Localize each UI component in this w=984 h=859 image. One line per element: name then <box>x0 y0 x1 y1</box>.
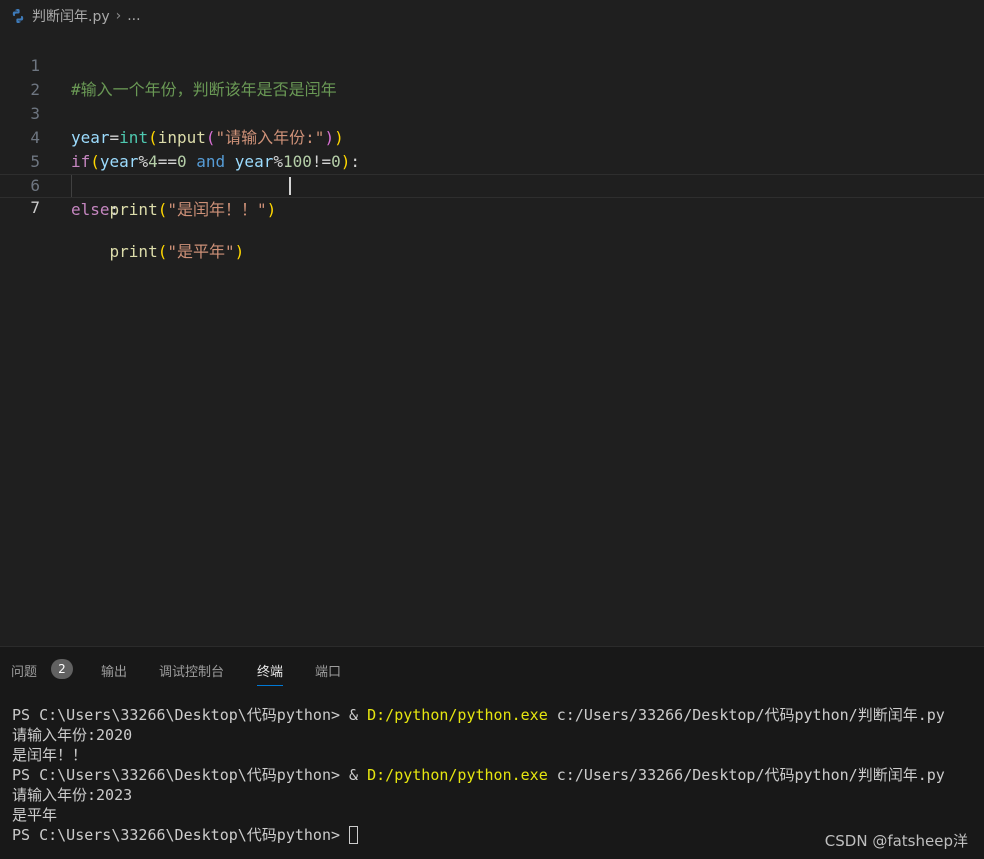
code-editor[interactable]: 1 #输入一个年份，判断该年是否是闰年 2 3 year=int(input("… <box>0 30 984 646</box>
terminal-line: 是闰年！！ <box>12 746 88 764</box>
code-line[interactable]: 4 if(year%4==0 and year%100!=0): <box>0 102 984 171</box>
tab-ports[interactable]: 端口 <box>315 661 341 687</box>
breadcrumb: 判断闰年.py › ... <box>0 0 984 32</box>
code-line[interactable]: 2 <box>0 54 984 99</box>
tab-terminal[interactable]: 终端 <box>257 661 284 687</box>
code-text: print("是平年") <box>109 242 245 261</box>
terminal-output[interactable]: PS C:\Users\33266\Desktop\代码python> & D:… <box>12 705 945 845</box>
tab-debug-console[interactable]: 调试控制台 <box>159 661 224 687</box>
terminal-line: 请输入年份:2020 <box>12 726 133 744</box>
watermark: CSDN @fatsheep洋 <box>824 832 968 850</box>
code-line[interactable]: 1 #输入一个年份，判断该年是否是闰年 <box>0 30 984 99</box>
code-line-current[interactable]: 7 print("是平年") <box>0 174 984 261</box>
line-number: 7 <box>30 198 40 217</box>
terminal-line: PS C:\Users\33266\Desktop\代码python> & D:… <box>12 766 945 784</box>
problems-count-badge: 2 <box>51 659 73 679</box>
panel-tabs: 问题 2 输出 调试控制台 终端 端口 <box>0 647 984 691</box>
indent-guide <box>71 175 72 197</box>
text-cursor <box>289 177 291 195</box>
chevron-right-icon: › <box>115 8 122 24</box>
bottom-panel: 问题 2 输出 调试控制台 终端 端口 PS C:\Users\33266\De… <box>0 646 984 859</box>
terminal-line: PS C:\Users\33266\Desktop\代码python> & D:… <box>12 706 945 724</box>
breadcrumb-file[interactable]: 判断闰年.py <box>32 6 110 26</box>
code-line[interactable]: 6 else: <box>0 150 984 219</box>
terminal-line: 请输入年份:2023 <box>12 786 133 804</box>
code-line[interactable]: 5 print("是闰年！！") <box>0 126 984 219</box>
tab-output[interactable]: 输出 <box>101 661 127 687</box>
code-text: else: <box>71 200 120 219</box>
terminal-cursor <box>349 826 359 844</box>
code-line[interactable]: 3 year=int(input("请输入年份:")) <box>0 78 984 147</box>
breadcrumb-more[interactable]: ... <box>127 8 140 24</box>
terminal-prompt-line[interactable]: PS C:\Users\33266\Desktop\代码python> <box>12 825 945 845</box>
terminal-line: 是平年 <box>12 806 58 824</box>
tab-problems[interactable]: 问题 <box>11 661 37 687</box>
python-icon <box>12 9 24 23</box>
